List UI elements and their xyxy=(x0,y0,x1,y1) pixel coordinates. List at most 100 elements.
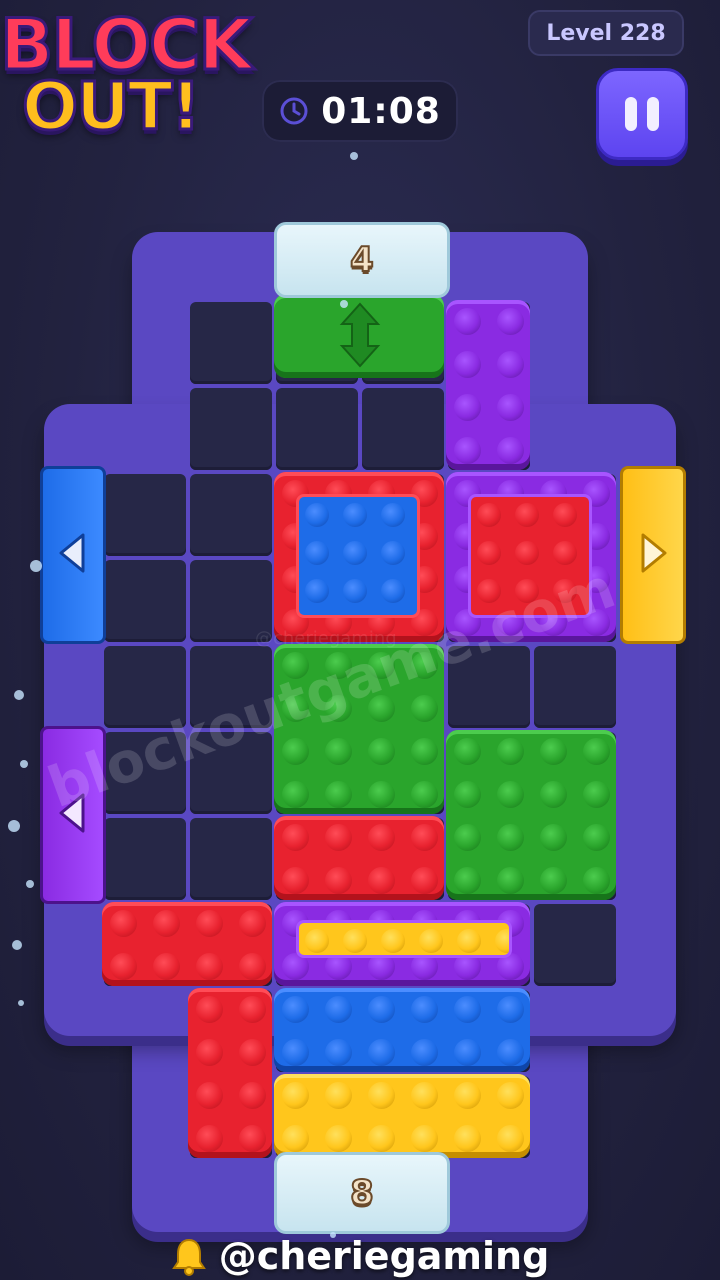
stud xyxy=(196,996,223,1023)
stud xyxy=(343,541,367,565)
stud xyxy=(497,867,524,894)
stud xyxy=(368,1125,395,1152)
stud xyxy=(497,394,524,421)
bubble xyxy=(14,690,24,700)
pause-button[interactable] xyxy=(596,68,688,160)
bell-icon xyxy=(171,1238,206,1276)
stud xyxy=(368,738,395,765)
stud xyxy=(325,867,352,894)
stud xyxy=(325,1039,352,1066)
stud xyxy=(454,781,481,808)
stud xyxy=(381,541,405,565)
stud xyxy=(196,953,223,980)
stud xyxy=(497,781,524,808)
top-counter-gate: 4 xyxy=(274,222,450,298)
stud xyxy=(282,1082,309,1109)
exit-gate-blue xyxy=(40,466,106,644)
stud xyxy=(239,1039,266,1066)
green-vertical-block[interactable] xyxy=(274,294,444,378)
pause-icon xyxy=(625,97,637,131)
stud xyxy=(454,1039,481,1066)
grid-cell xyxy=(190,818,272,900)
stud xyxy=(110,910,137,937)
red-l-block-part2[interactable] xyxy=(188,988,272,1158)
stud xyxy=(239,910,266,937)
footer-credit: @cheriegaming xyxy=(0,1232,720,1280)
stud xyxy=(497,738,524,765)
stud xyxy=(411,1082,438,1109)
stud xyxy=(239,1125,266,1152)
stud xyxy=(411,824,438,851)
stud xyxy=(477,541,501,565)
green-right-block[interactable] xyxy=(446,730,616,900)
stud xyxy=(239,953,266,980)
stud xyxy=(454,351,481,378)
stud xyxy=(553,541,577,565)
grid-cell xyxy=(104,818,186,900)
stud xyxy=(305,503,329,527)
stud xyxy=(343,579,367,603)
stud xyxy=(454,437,481,464)
stud xyxy=(282,738,309,765)
stud xyxy=(497,1039,524,1066)
stud xyxy=(477,503,501,527)
stud xyxy=(305,541,329,565)
stud xyxy=(411,996,438,1023)
yellow-bar-block[interactable] xyxy=(274,1074,530,1158)
stud xyxy=(454,824,481,851)
stud xyxy=(196,1125,223,1152)
bubble xyxy=(12,940,22,950)
bubble xyxy=(20,760,28,768)
stud xyxy=(454,867,481,894)
level-indicator: Level 228 xyxy=(528,10,684,56)
stud xyxy=(381,503,405,527)
red-frame-block-inner-blue xyxy=(296,494,420,618)
grid-cell xyxy=(190,302,272,384)
stud xyxy=(540,738,567,765)
stud xyxy=(411,781,438,808)
stud xyxy=(454,1082,481,1109)
stud xyxy=(411,1039,438,1066)
stud xyxy=(411,738,438,765)
stud xyxy=(239,1082,266,1109)
stud xyxy=(239,996,266,1023)
vertical-arrow-icon xyxy=(339,302,381,368)
purple-tall-block[interactable] xyxy=(446,300,530,470)
stud xyxy=(540,867,567,894)
stud xyxy=(583,824,610,851)
bubble xyxy=(26,880,34,888)
stud xyxy=(282,824,309,851)
red-bar-block[interactable] xyxy=(274,816,444,900)
stud xyxy=(368,781,395,808)
timer: 01:08 xyxy=(262,80,458,142)
bubble xyxy=(8,820,20,832)
grid-cell xyxy=(190,474,272,556)
stud xyxy=(497,1082,524,1109)
stud xyxy=(325,781,352,808)
stud xyxy=(454,394,481,421)
timer-text: 01:08 xyxy=(321,90,441,132)
exit-gate-yellow xyxy=(620,466,686,644)
stud xyxy=(305,579,329,603)
stud xyxy=(540,781,567,808)
stud xyxy=(325,824,352,851)
bubble xyxy=(30,560,42,572)
stud xyxy=(497,308,524,335)
bubble xyxy=(350,152,358,160)
stud xyxy=(343,503,367,527)
blue-bar-block[interactable] xyxy=(274,988,530,1072)
grid-cell xyxy=(104,474,186,556)
red-l-block-part1[interactable] xyxy=(102,902,272,986)
bottom-counter-value: 8 xyxy=(349,1172,375,1214)
logo-line-2: OUT! xyxy=(21,68,203,145)
stud xyxy=(515,503,539,527)
stud xyxy=(325,738,352,765)
top-counter-value: 4 xyxy=(349,239,375,281)
stud xyxy=(381,929,405,953)
grid-cell xyxy=(362,388,444,470)
stud xyxy=(153,953,180,980)
stud xyxy=(282,1125,309,1152)
grid-cell xyxy=(534,646,616,728)
stud xyxy=(368,1082,395,1109)
stud xyxy=(411,1125,438,1152)
